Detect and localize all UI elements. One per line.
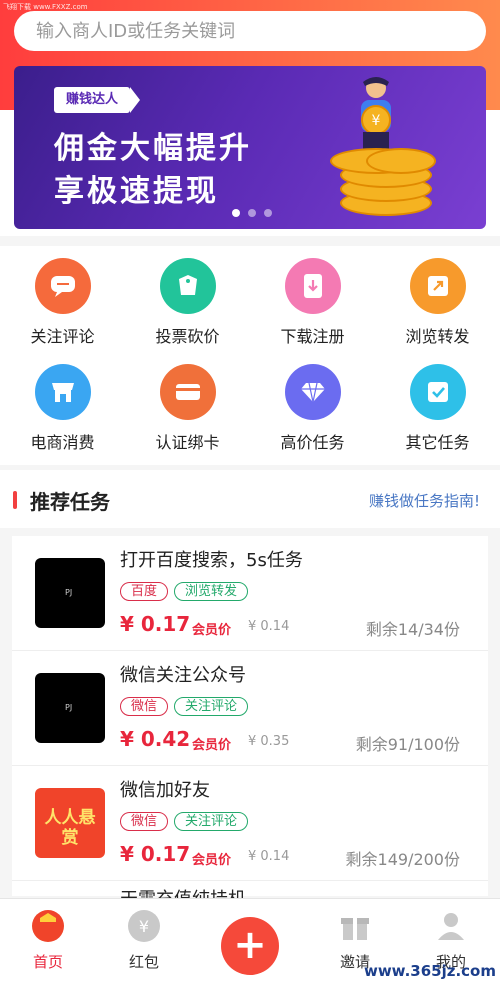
task-guide-link[interactable]: 赚钱做任务指南! — [369, 490, 480, 511]
banner-dot-3[interactable] — [264, 209, 272, 217]
task-thumbnail: PJ — [35, 558, 105, 628]
banner-dot-2[interactable] — [248, 209, 256, 217]
section-accent-bar — [13, 491, 17, 509]
header: 飞翔下载 www.FXXZ.com 赚钱达人 佣金大幅提升 享极速提现 ¥ — [0, 0, 500, 236]
diamond-icon — [284, 364, 341, 420]
task-item[interactable]: PJ 微信关注公众号 微信 关注评论 ¥ 0.42 会员价 ¥ 0.35 剩余9… — [12, 651, 488, 766]
remaining-count: 剩余91/100份 — [355, 735, 460, 754]
coin-stack-icon — [326, 106, 446, 216]
search-input[interactable] — [14, 11, 486, 51]
section-title: 推荐任务 — [30, 490, 110, 514]
category-item[interactable]: 电商消费 — [0, 352, 125, 458]
task-list: PJ 打开百度搜索，5s任务 百度 浏览转发 ¥ 0.17 会员价 ¥ 0.14… — [12, 536, 488, 901]
task-price: ¥ 0.17 — [120, 842, 191, 866]
vip-label: 会员价 — [192, 853, 232, 868]
shop-icon — [34, 364, 91, 420]
category-label: 其它任务 — [405, 433, 470, 452]
task-tags: 百度 浏览转发 — [120, 582, 249, 601]
home-icon — [31, 909, 65, 943]
card-icon — [159, 364, 216, 420]
remaining-count: 剩余14/34份 — [365, 620, 460, 639]
category-grid: 关注评论 投票砍价 下载注册 浏览转发 电商消费 认证绑卡 高价任务 其它任务 — [0, 246, 500, 465]
task-title: 微信加好友 — [120, 780, 210, 801]
chat-icon — [34, 258, 91, 314]
share-icon — [409, 258, 466, 314]
vip-label: 会员价 — [192, 623, 232, 638]
original-price: ¥ 0.14 — [248, 619, 290, 634]
category-label: 浏览转发 — [405, 327, 470, 346]
site-watermark: www.365jz.com — [363, 962, 496, 980]
category-item[interactable]: 关注评论 — [0, 246, 125, 352]
category-item[interactable]: 投票砍价 — [125, 246, 250, 352]
gift-icon — [338, 909, 372, 943]
task-title: 打开百度搜索，5s任务 — [120, 550, 303, 571]
task-thumbnail: 人人悬赏 — [35, 788, 105, 858]
thumbnail-mark: PJ — [65, 703, 73, 712]
category-item[interactable]: 其它任务 — [375, 352, 500, 458]
original-price: ¥ 0.35 — [248, 734, 290, 749]
task-thumbnail: PJ — [35, 673, 105, 743]
yuan-icon: ¥ — [127, 909, 161, 943]
nav-label: 首页 — [32, 953, 63, 971]
category-item[interactable]: 高价任务 — [250, 352, 375, 458]
category-label: 关注评论 — [30, 327, 95, 346]
banner-headline: 佣金大幅提升 — [54, 131, 252, 166]
banner-tag: 赚钱达人 — [54, 87, 141, 113]
task-title: 微信关注公众号 — [120, 665, 246, 686]
remaining-count: 剩余149/200份 — [345, 850, 460, 869]
svg-text:¥: ¥ — [139, 917, 149, 936]
type-tag: 关注评论 — [174, 812, 249, 831]
task-price: ¥ 0.42 — [120, 727, 191, 751]
task-price: ¥ 0.17 — [120, 612, 191, 636]
platform-tag: 微信 — [120, 697, 169, 716]
check-icon — [409, 364, 466, 420]
task-tags: 微信 关注评论 — [120, 812, 249, 831]
category-label: 高价任务 — [280, 433, 345, 452]
thumbnail-text: 人人悬赏 — [44, 808, 96, 848]
task-item[interactable]: 人人悬赏 微信加好友 微信 关注评论 ¥ 0.17 会员价 ¥ 0.14 剩余1… — [12, 766, 488, 881]
recommend-header: 推荐任务 赚钱做任务指南! — [0, 470, 500, 528]
category-label: 下载注册 — [280, 327, 345, 346]
task-item[interactable]: PJ 打开百度搜索，5s任务 百度 浏览转发 ¥ 0.17 会员价 ¥ 0.14… — [12, 536, 488, 651]
type-tag: 浏览转发 — [174, 582, 249, 601]
banner-pagination[interactable] — [232, 209, 272, 217]
category-label: 认证绑卡 — [155, 433, 220, 452]
banner-dot-1[interactable] — [232, 209, 240, 217]
nav-home[interactable]: 首页 — [8, 909, 88, 972]
nav-redpacket[interactable]: ¥ 红包 — [104, 909, 184, 972]
nav-label: 红包 — [128, 953, 159, 971]
thumbnail-mark: PJ — [65, 588, 73, 597]
category-item[interactable]: 下载注册 — [250, 246, 375, 352]
platform-tag: 微信 — [120, 812, 169, 831]
tag-icon — [159, 258, 216, 314]
download-icon — [284, 258, 341, 314]
category-item[interactable]: 浏览转发 — [375, 246, 500, 352]
task-tags: 微信 关注评论 — [120, 697, 249, 716]
category-item[interactable]: 认证绑卡 — [125, 352, 250, 458]
category-label: 投票砍价 — [155, 327, 220, 346]
bottom-nav: 首页 ¥ 红包 + 邀请 我的 www.365jz.com — [0, 898, 500, 993]
type-tag: 关注评论 — [174, 697, 249, 716]
category-label: 电商消费 — [30, 433, 95, 452]
platform-tag: 百度 — [120, 582, 169, 601]
vip-label: 会员价 — [192, 738, 232, 753]
search-bar[interactable] — [14, 11, 486, 51]
banner-subheadline: 享极速提现 — [54, 174, 219, 209]
promo-banner[interactable]: 赚钱达人 佣金大幅提升 享极速提现 ¥ — [14, 66, 486, 229]
user-icon — [434, 909, 468, 943]
add-task-button[interactable]: + — [221, 917, 279, 975]
original-price: ¥ 0.14 — [248, 849, 290, 864]
